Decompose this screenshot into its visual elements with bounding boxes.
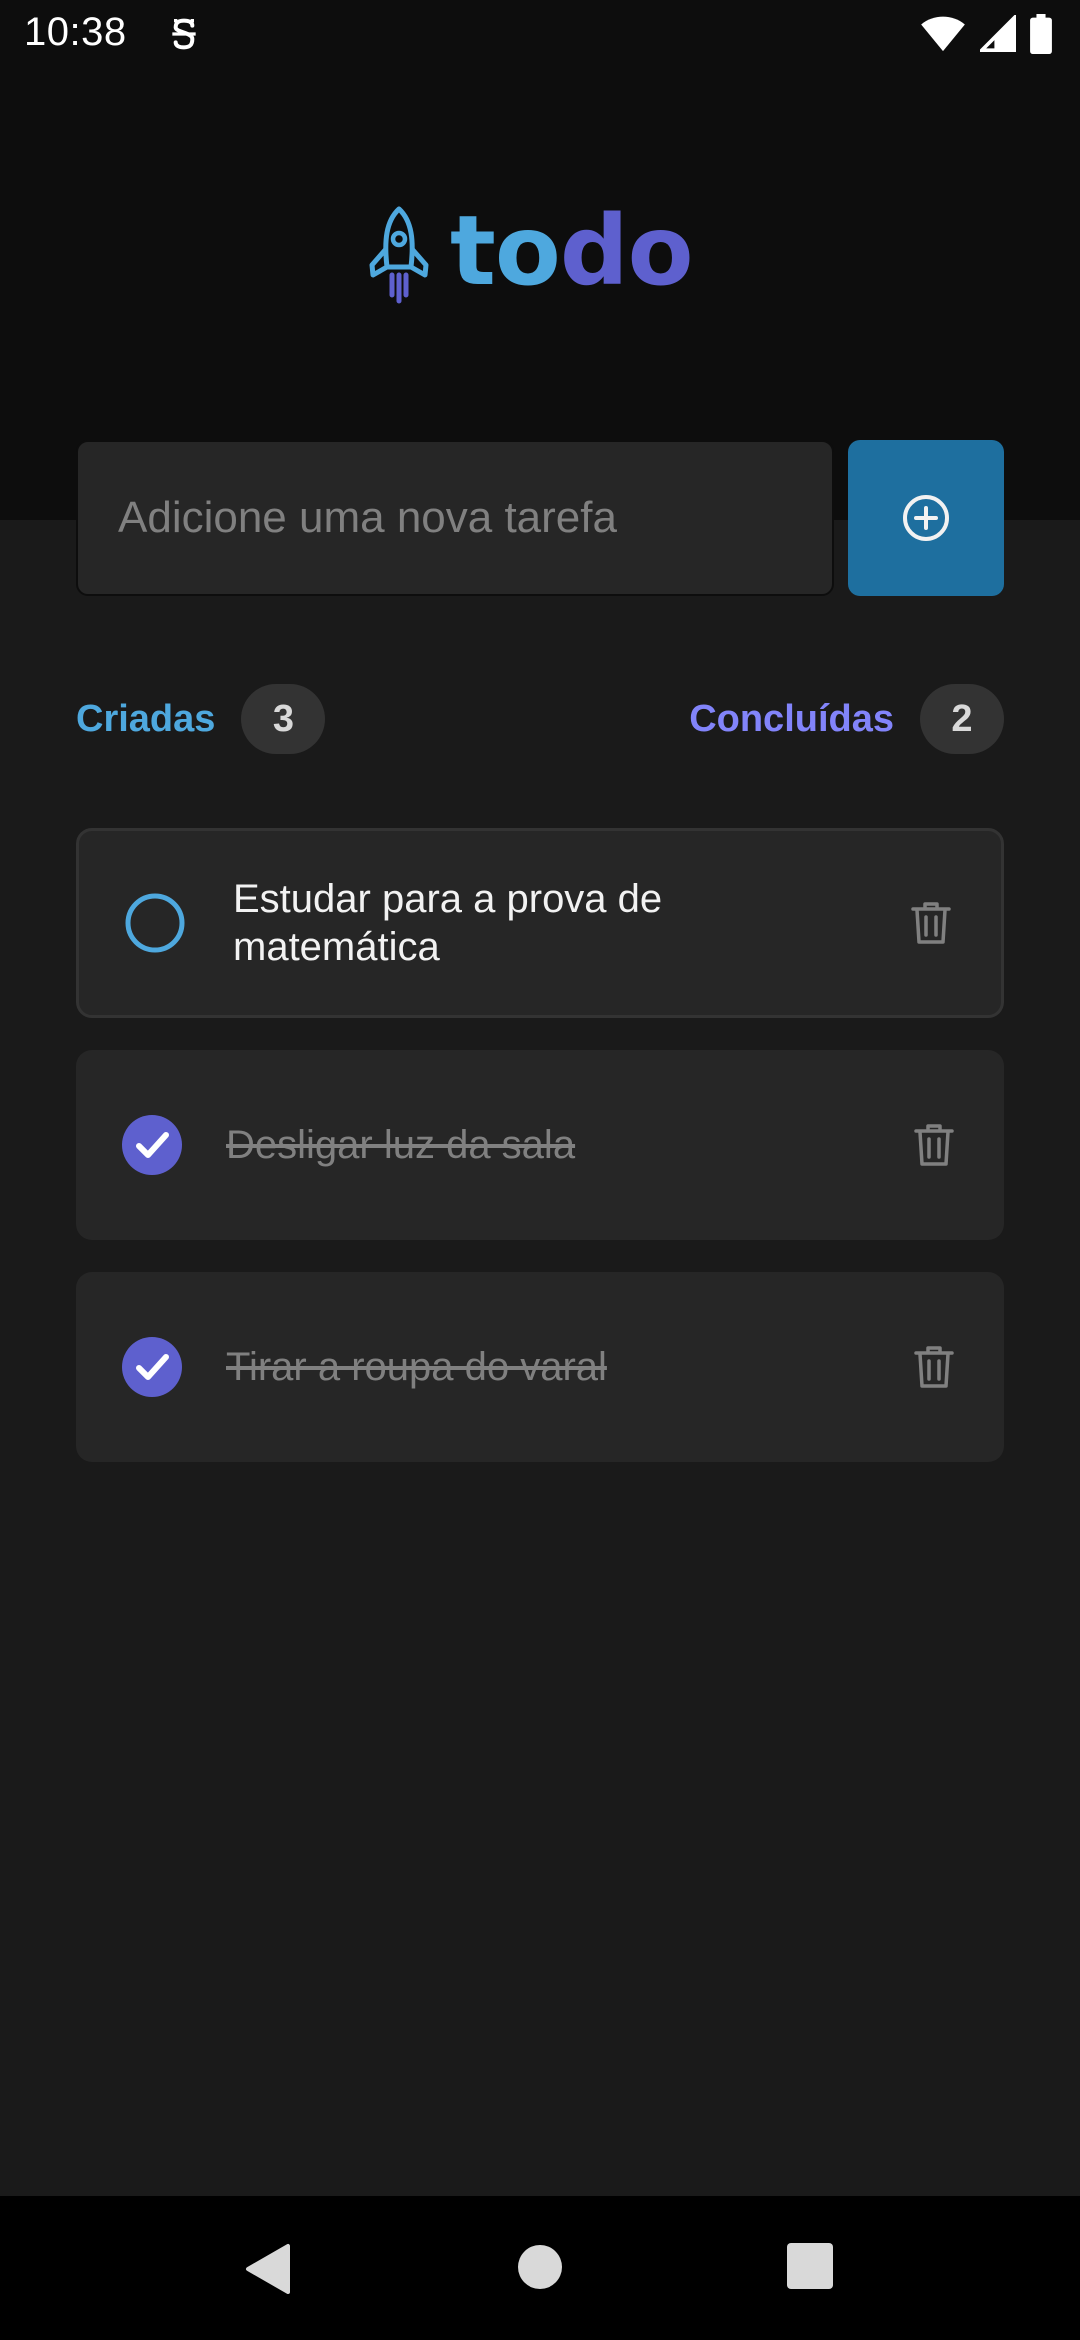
logo-text-do: do <box>559 195 694 307</box>
new-task-input[interactable] <box>76 440 834 596</box>
created-label: Criadas <box>76 697 216 740</box>
system-navigation-bar <box>0 2196 1080 2340</box>
task-counters: Criadas 3 Concluídas 2 <box>76 684 1004 754</box>
unchecked-circle-icon[interactable] <box>123 891 187 955</box>
delete-task-button[interactable] <box>904 1115 964 1175</box>
task-text: Tirar a roupa do varal <box>226 1345 607 1389</box>
app-notification-icon <box>172 18 196 50</box>
logo-text: todo <box>450 203 694 299</box>
battery-icon <box>1030 14 1052 54</box>
wifi-icon <box>921 16 965 52</box>
add-task-button[interactable] <box>848 440 1004 596</box>
task-list: Estudar para a prova de matemática Desli… <box>76 828 1004 1494</box>
task-text: Desligar luz da sala <box>226 1123 576 1167</box>
delete-task-button[interactable] <box>901 893 961 953</box>
task-item: Desligar luz da sala <box>76 1050 1004 1240</box>
back-triangle-icon[interactable] <box>242 2242 292 2296</box>
task-text: Estudar para a prova de matemática <box>233 877 663 969</box>
status-time: 10:38 <box>24 10 127 54</box>
app-logo: todo <box>366 203 694 305</box>
rocket-icon <box>369 206 429 304</box>
status-icons <box>920 14 1052 54</box>
trash-icon <box>911 902 951 944</box>
done-count-badge: 2 <box>920 684 1004 754</box>
recent-square-icon[interactable] <box>786 2242 834 2290</box>
created-count-badge: 3 <box>241 684 326 754</box>
trash-icon <box>914 1346 954 1388</box>
delete-task-button[interactable] <box>904 1337 964 1397</box>
created-counter: Criadas 3 <box>76 684 326 754</box>
home-circle-icon[interactable] <box>517 2244 563 2290</box>
done-counter: Concluídas 2 <box>689 684 1004 754</box>
logo-text-to: to <box>450 195 561 307</box>
trash-icon <box>914 1124 954 1166</box>
checked-circle-icon[interactable] <box>120 1113 184 1177</box>
status-bar: 10:38 <box>0 0 1080 72</box>
done-label: Concluídas <box>689 697 894 740</box>
task-item: Tirar a roupa do varal <box>76 1272 1004 1462</box>
plus-circle-icon <box>903 495 949 541</box>
task-item: Estudar para a prova de matemática <box>76 828 1004 1018</box>
new-task-form <box>76 440 1004 596</box>
cell-signal-icon <box>980 15 1016 52</box>
checked-circle-icon[interactable] <box>120 1335 184 1399</box>
